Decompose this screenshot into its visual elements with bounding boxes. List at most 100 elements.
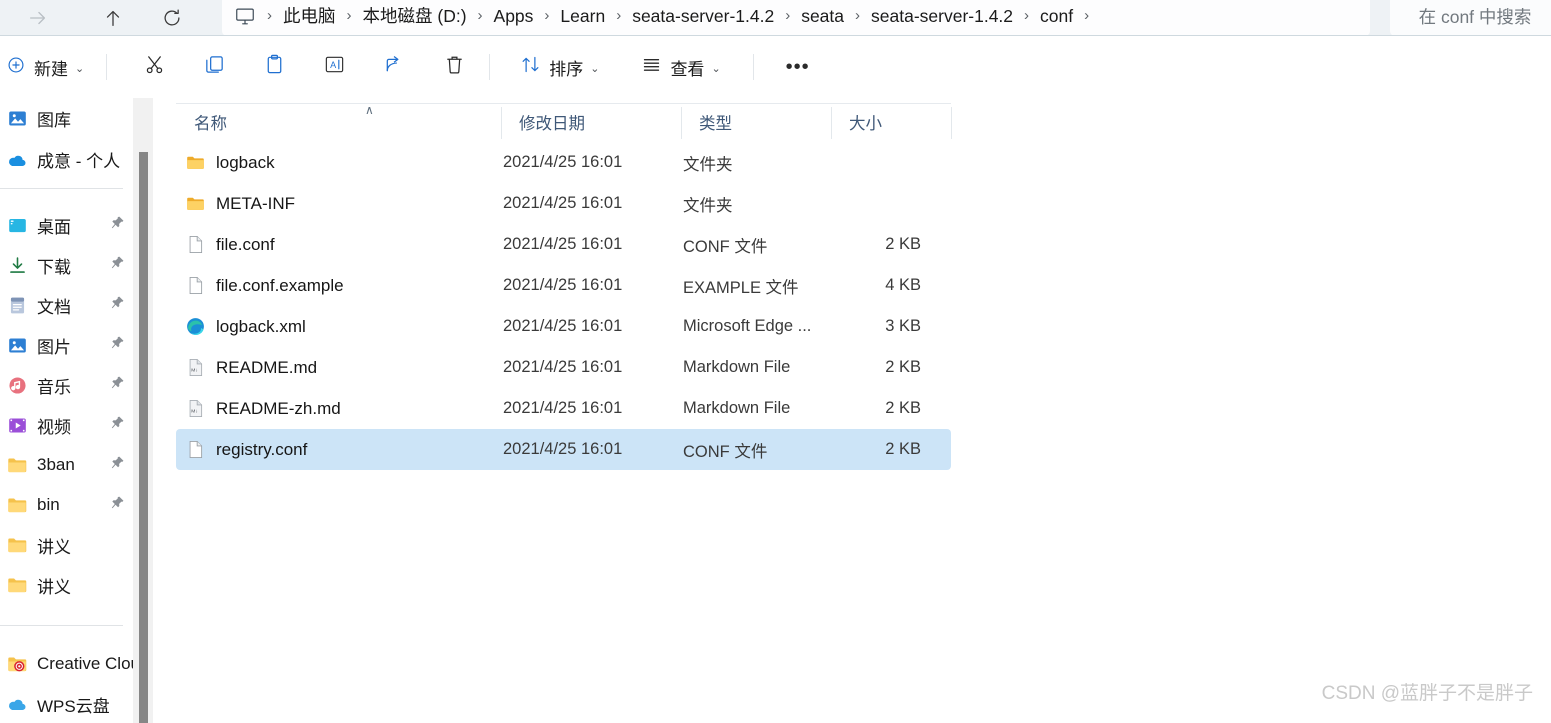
sidebar-item-documents[interactable]: 文档 [0, 285, 133, 325]
table-row[interactable]: file.conf 2021/4/25 16:01 CONF 文件 2 KB [176, 224, 951, 265]
file-type: Markdown File [683, 358, 791, 376]
file-name-cell[interactable]: M↓ README-zh.md [176, 398, 341, 420]
file-name-cell[interactable]: logback [176, 152, 275, 174]
file-name-cell[interactable]: logback.xml [176, 316, 306, 338]
chevron-down-icon: ⌄ [590, 63, 600, 75]
rename-button[interactable]: A [311, 47, 357, 87]
file-name-cell[interactable]: file.conf [176, 234, 275, 256]
cut-button[interactable] [131, 47, 177, 87]
sidebar-item-pictures[interactable]: 图片 [0, 325, 133, 365]
forward-button[interactable] [18, 0, 58, 36]
column-header-name[interactable]: 名称 ∧ [176, 104, 501, 140]
file-size: 3 KB [885, 317, 921, 335]
pin-icon[interactable] [110, 295, 125, 315]
new-button[interactable]: 新建 ⌄ [0, 47, 96, 87]
svg-text:M↓: M↓ [191, 367, 198, 373]
search-input[interactable]: 在 conf 中搜索 [1390, 0, 1551, 36]
sidebar-item-jiangyi-2[interactable]: 讲义 [0, 565, 133, 605]
pin-icon[interactable] [110, 415, 125, 435]
table-row[interactable]: M↓ README-zh.md 2021/4/25 16:01 Markdown… [176, 388, 951, 429]
file-type: CONF 文件 [683, 237, 768, 256]
breadcrumb-item-1[interactable]: 本地磁盘 (D:) [357, 3, 473, 29]
file-icon [184, 275, 206, 297]
breadcrumb-item-3[interactable]: Learn [554, 3, 611, 29]
toolbar-divider [106, 54, 108, 80]
table-row[interactable]: registry.conf 2021/4/25 16:01 CONF 文件 2 … [176, 429, 951, 470]
table-row[interactable]: file.conf.example 2021/4/25 16:01 EXAMPL… [176, 265, 951, 306]
sidebar-item-gallery[interactable]: 图库 [0, 98, 133, 139]
pin-icon[interactable] [110, 455, 125, 475]
table-row[interactable]: logback.xml 2021/4/25 16:01 Microsoft Ed… [176, 306, 951, 347]
videos-icon [6, 414, 28, 436]
up-button[interactable] [93, 0, 133, 36]
pin-icon[interactable] [110, 375, 125, 395]
column-header-type[interactable]: 类型 [681, 104, 831, 140]
breadcrumb-item-0[interactable]: 此电脑 [277, 3, 342, 29]
sidebar-item-creative-cloud[interactable]: Creative Cloud [0, 644, 133, 684]
pin-icon[interactable] [110, 215, 125, 235]
sidebar-item-downloads[interactable]: 下载 [0, 245, 133, 285]
file-date: 2021/4/25 16:01 [503, 440, 623, 458]
file-icon [184, 234, 206, 256]
wps-cloud-icon [6, 693, 28, 715]
creative-cloud-folder-icon [6, 653, 28, 675]
pin-icon[interactable] [110, 495, 125, 515]
svg-text:A: A [330, 60, 337, 70]
column-header-date[interactable]: 修改日期 [501, 104, 681, 140]
sidebar-item-bin[interactable]: bin [0, 485, 133, 525]
pin-icon[interactable] [110, 255, 125, 275]
file-type: Markdown File [683, 399, 791, 417]
share-button[interactable] [371, 47, 417, 87]
breadcrumb-item-4[interactable]: seata-server-1.4.2 [626, 3, 780, 29]
column-divider[interactable] [951, 107, 952, 139]
column-header-size[interactable]: 大小 [831, 104, 951, 140]
file-name-cell[interactable]: registry.conf [176, 439, 307, 461]
this-pc-icon[interactable] [232, 5, 262, 27]
sidebar-item-jiangyi-1[interactable]: 讲义 [0, 525, 133, 565]
address-bar: › 此电脑 › 本地磁盘 (D:) › Apps › Learn › seata… [0, 0, 1551, 36]
chevron-down-icon: ⌄ [711, 63, 721, 75]
sidebar-item-label: Creative Cloud [37, 654, 133, 673]
sidebar-item-videos[interactable]: 视频 [0, 405, 133, 445]
trash-icon [443, 53, 466, 81]
breadcrumb-item-2[interactable]: Apps [488, 3, 540, 29]
sidebar-item-desktop[interactable]: 桌面 [0, 205, 133, 245]
view-button[interactable]: 查看 ⌄ [633, 47, 728, 87]
file-date: 2021/4/25 16:01 [503, 317, 623, 335]
column-header-label: 类型 [699, 115, 732, 133]
sidebar-item-3ban[interactable]: 3ban [0, 445, 133, 485]
documents-icon [6, 294, 28, 316]
pin-icon[interactable] [110, 335, 125, 355]
breadcrumb[interactable]: › 此电脑 › 本地磁盘 (D:) › Apps › Learn › seata… [222, 0, 1370, 36]
sort-button[interactable]: 排序 ⌄ [512, 47, 607, 87]
refresh-button[interactable] [152, 0, 192, 36]
table-row[interactable]: logback 2021/4/25 16:01 文件夹 [176, 142, 951, 183]
music-icon [6, 374, 28, 396]
paste-button[interactable] [251, 47, 297, 87]
delete-button[interactable] [431, 47, 477, 87]
file-name: README-zh.md [216, 398, 341, 418]
copy-button[interactable] [191, 47, 237, 87]
sidebar-item-music[interactable]: 音乐 [0, 365, 133, 405]
file-name-cell[interactable]: file.conf.example [176, 275, 344, 297]
file-name-cell[interactable]: M↓ README.md [176, 357, 317, 379]
more-options-button[interactable]: ••• [776, 47, 820, 87]
breadcrumb-item-7[interactable]: conf [1034, 3, 1079, 29]
file-name-cell[interactable]: META-INF [176, 193, 295, 215]
sort-button-label: 排序 [549, 59, 584, 79]
file-list-view[interactable]: 名称 ∧ 修改日期 类型 大小 logback 2021/4/25 16:01 … [153, 98, 1551, 723]
breadcrumb-item-6[interactable]: seata-server-1.4.2 [865, 3, 1019, 29]
table-row[interactable]: META-INF 2021/4/25 16:01 文件夹 [176, 183, 951, 224]
table-row[interactable]: M↓ README.md 2021/4/25 16:01 Markdown Fi… [176, 347, 951, 388]
toolbar-divider [752, 54, 754, 80]
breadcrumb-item-5[interactable]: seata [795, 3, 850, 29]
navigation-pane-scrollbar-thumb[interactable] [139, 152, 148, 723]
command-toolbar: 新建 ⌄ A 排序 ⌄ 查看 ⌄ ••• [0, 36, 1551, 98]
sidebar-item-label: 图库 [37, 111, 71, 130]
file-date: 2021/4/25 16:01 [503, 235, 623, 253]
folder-icon [184, 152, 206, 174]
toolbar-divider [489, 54, 491, 80]
sidebar-item-onedrive[interactable]: 成意 - 个人 [0, 139, 133, 180]
navigation-pane[interactable]: 图库 成意 - 个人 桌面 下载 文档 图片 音乐 视频 3ban bin 讲义… [0, 98, 133, 723]
sidebar-item-wps-cloud[interactable]: WPS云盘 [0, 684, 133, 723]
